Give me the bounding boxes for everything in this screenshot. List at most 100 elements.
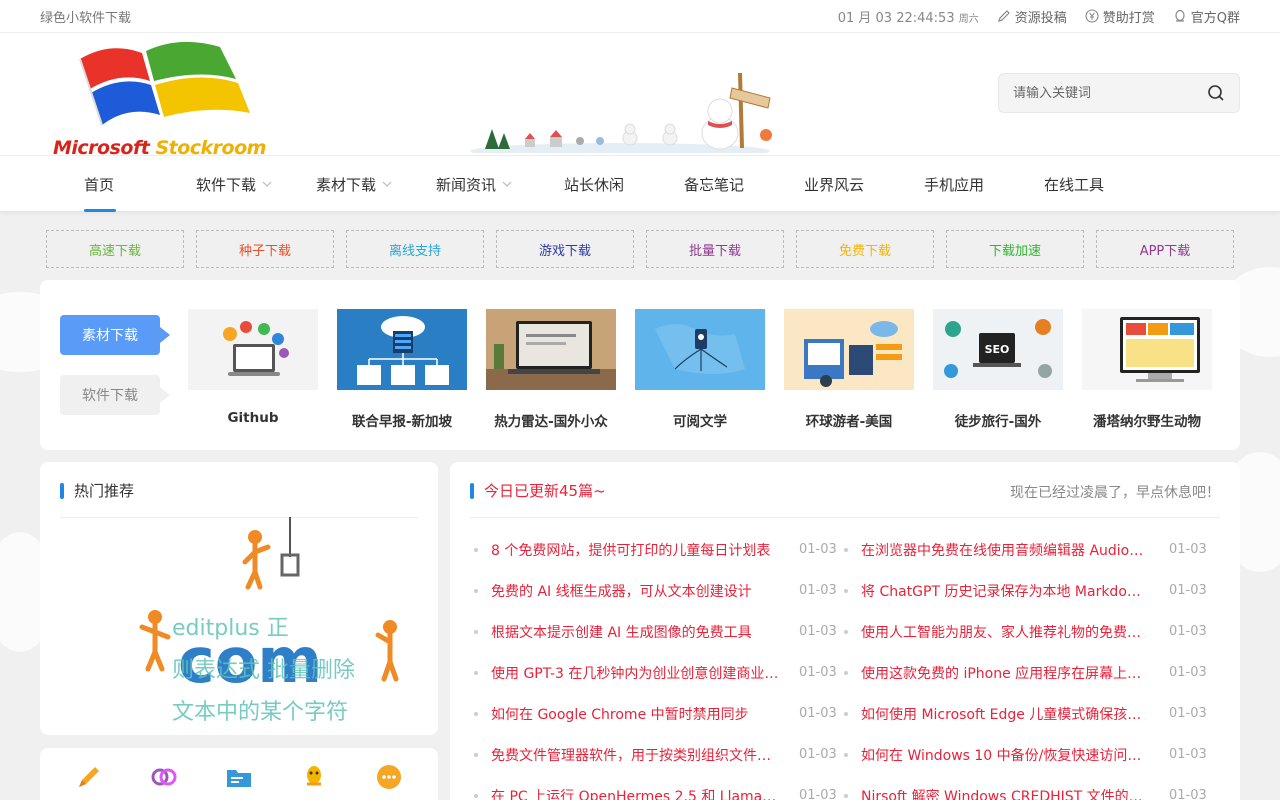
nav-label: 业界风云 — [803, 175, 864, 194]
update-item[interactable]: 如何使用 Microsoft Edge 儿童模式确保孩子安全 01-03 — [844, 693, 1214, 734]
title-accent-bar — [60, 482, 64, 499]
site-logo[interactable]: Microsoft Stockroom — [50, 39, 270, 159]
nav-label: 备忘笔记 — [683, 175, 744, 194]
bullet-dot — [474, 629, 478, 634]
material-item[interactable]: SEO 徒步旅行-国外 — [933, 309, 1063, 430]
quick-button[interactable]: 下载加速 — [946, 230, 1084, 268]
rings-icon[interactable] — [149, 762, 179, 792]
quick-button[interactable]: APP下载 — [1096, 230, 1234, 268]
donate-link[interactable]: 赞助打赏 — [1085, 7, 1155, 26]
search-input[interactable] — [1013, 85, 1183, 101]
update-item[interactable]: 在 PC 上运行 OpenHermes 2.5 和 Llama 模型 01-03 — [474, 775, 844, 800]
update-item[interactable]: 使用人工智能为朋友、家人推荐礼物的免费工具 01-03 — [844, 611, 1214, 652]
update-title[interactable]: 免费的 AI 线框生成器，可从文本创建设计 — [491, 581, 779, 601]
bullet-dot — [844, 793, 848, 798]
bullet-dot — [844, 670, 848, 675]
nav-leisure[interactable]: 站长休闲 — [534, 156, 654, 212]
tab-label: 软件下载 — [82, 388, 138, 404]
clock-time: 22:44:53 — [896, 10, 955, 26]
nav-material[interactable]: 素材下载 — [294, 156, 414, 212]
clock-weekday: 周六 — [958, 13, 979, 25]
nav-mobile[interactable]: 手机应用 — [894, 156, 1014, 212]
update-date: 01-03 — [799, 542, 837, 557]
update-title[interactable]: 如何在 Windows 10 中备份/恢复快速访问文件夹 — [861, 745, 1149, 765]
material-item[interactable]: 环球游者-美国 — [784, 309, 914, 430]
qq-icon — [1175, 9, 1185, 22]
thumbnail-image — [337, 309, 467, 390]
hot-illustration: com editplus 正 则表达式 批量删除 文本中的某个字符 — [139, 517, 399, 725]
material-item[interactable]: 联合早报-新加坡 — [337, 309, 467, 430]
quick-button[interactable]: 高速下载 — [46, 230, 184, 268]
update-title[interactable]: 如何使用 Microsoft Edge 儿童模式确保孩子安全 — [861, 704, 1149, 724]
site-name[interactable]: 绿色小软件下载 — [40, 7, 131, 26]
tab-material[interactable]: 素材下载 — [60, 315, 170, 355]
update-item[interactable]: 将 ChatGPT 历史记录保存为本地 Markdown 文件 01-03 — [844, 570, 1214, 611]
submit-resource-link[interactable]: 资源投稿 — [997, 7, 1067, 26]
hot-article-image[interactable]: com editplus 正 则表达式 批量删除 文本中的某个字符 — [90, 517, 410, 735]
search-box[interactable] — [998, 73, 1240, 113]
material-item[interactable]: 可阅文学 — [635, 309, 765, 430]
update-item[interactable]: 使用 GPT-3 在几秒钟内为创业创意创建商业计划 01-03 — [474, 652, 844, 693]
hot-recommend-panel: 热门推荐 com editplus 正 则表达式 批量删除 文本中的某个字符 — [40, 462, 438, 735]
update-title[interactable]: 在浏览器中免费在线使用音频编辑器 Audiomass — [861, 540, 1149, 560]
chat-icon[interactable] — [374, 762, 404, 792]
update-title[interactable]: 在 PC 上运行 OpenHermes 2.5 和 Llama 模型 — [491, 786, 779, 800]
bullet-dot — [844, 588, 848, 593]
quick-button-label: 游戏下载 — [538, 243, 591, 259]
pencil-icon[interactable] — [74, 762, 104, 792]
update-title[interactable]: 使用 GPT-3 在几秒钟内为创业创意创建商业计划 — [491, 663, 779, 683]
update-item[interactable]: 如何在 Google Chrome 中暂时禁用同步 01-03 — [474, 693, 844, 734]
quick-button[interactable]: 免费下载 — [796, 230, 934, 268]
nav-home[interactable]: 首页 — [54, 156, 174, 212]
update-date: 01-03 — [1169, 747, 1207, 762]
update-item[interactable]: 免费的 AI 线框生成器，可从文本创建设计 01-03 — [474, 570, 844, 611]
nav-label: 软件下载 — [195, 175, 256, 194]
thumbnail-image — [784, 309, 914, 390]
material-item[interactable]: 潘塔纳尔野生动物 — [1082, 309, 1212, 430]
material-item[interactable]: 热力雷达-国外小众 — [486, 309, 616, 430]
quick-button[interactable]: 种子下载 — [196, 230, 334, 268]
divider — [470, 517, 1220, 518]
update-item[interactable]: Nirsoft 解密 Windows CREDHIST 文件的工具 01-03 — [844, 775, 1214, 800]
thumbnail-image — [1082, 309, 1212, 390]
quick-button[interactable]: 游戏下载 — [496, 230, 634, 268]
nav-industry[interactable]: 业界风云 — [774, 156, 894, 212]
material-caption: 可阅文学 — [673, 414, 727, 430]
update-item[interactable]: 免费文件管理器软件，用于按类别组织文件和文件夹 01-03 — [474, 734, 844, 775]
bullet-dot — [844, 711, 848, 716]
quick-button[interactable]: 离线支持 — [346, 230, 484, 268]
nav-label: 首页 — [84, 175, 115, 194]
update-title[interactable]: 免费文件管理器软件，用于按类别组织文件和文件夹 — [491, 745, 779, 765]
update-title[interactable]: 使用这款免费的 iPhone 应用程序在屏幕上绘图 — [861, 663, 1149, 683]
update-item[interactable]: 使用这款免费的 iPhone 应用程序在屏幕上绘图 01-03 — [844, 652, 1214, 693]
yen-icon — [1085, 9, 1099, 23]
update-title[interactable]: 根据文本提示创建 AI 生成图像的免费工具 — [491, 622, 779, 642]
update-title[interactable]: Nirsoft 解密 Windows CREDHIST 文件的工具 — [861, 786, 1149, 800]
quick-button[interactable]: 批量下载 — [646, 230, 784, 268]
thumbnail-image — [188, 309, 318, 390]
update-title[interactable]: 如何在 Google Chrome 中暂时禁用同步 — [491, 704, 779, 724]
thumbnail-image — [486, 309, 616, 390]
folder-icon[interactable] — [224, 762, 254, 792]
nav-software[interactable]: 软件下载 — [174, 156, 294, 212]
update-item[interactable]: 如何在 Windows 10 中备份/恢复快速访问文件夹 01-03 — [844, 734, 1214, 775]
update-title[interactable]: 8 个免费网站，提供可打印的儿童每日计划表 — [491, 540, 779, 560]
search-icon[interactable] — [1207, 84, 1225, 102]
bullet-dot — [844, 629, 848, 634]
tab-software[interactable]: 软件下载 — [60, 375, 170, 415]
quick-button-label: 下载加速 — [988, 243, 1041, 259]
material-caption: 潘塔纳尔野生动物 — [1093, 414, 1201, 430]
update-item[interactable]: 在浏览器中免费在线使用音频编辑器 Audiomass 01-03 — [844, 529, 1214, 570]
nav-tools[interactable]: 在线工具 — [1014, 156, 1134, 212]
nav-notes[interactable]: 备忘笔记 — [654, 156, 774, 212]
hot-image-text-3: 文本中的某个字符 — [172, 700, 348, 725]
qq-icon[interactable] — [299, 762, 329, 792]
header: Microsoft Stockroom — [0, 33, 1280, 159]
update-title[interactable]: 将 ChatGPT 历史记录保存为本地 Markdown 文件 — [861, 581, 1149, 601]
update-item[interactable]: 根据文本提示创建 AI 生成图像的免费工具 01-03 — [474, 611, 844, 652]
update-title[interactable]: 使用人工智能为朋友、家人推荐礼物的免费工具 — [861, 622, 1149, 642]
update-item[interactable]: 8 个免费网站，提供可打印的儿童每日计划表 01-03 — [474, 529, 844, 570]
material-item[interactable]: Github — [188, 309, 318, 430]
nav-news[interactable]: 新闻资讯 — [414, 156, 534, 212]
qq-group-link[interactable]: 官方Q群 — [1173, 7, 1240, 26]
